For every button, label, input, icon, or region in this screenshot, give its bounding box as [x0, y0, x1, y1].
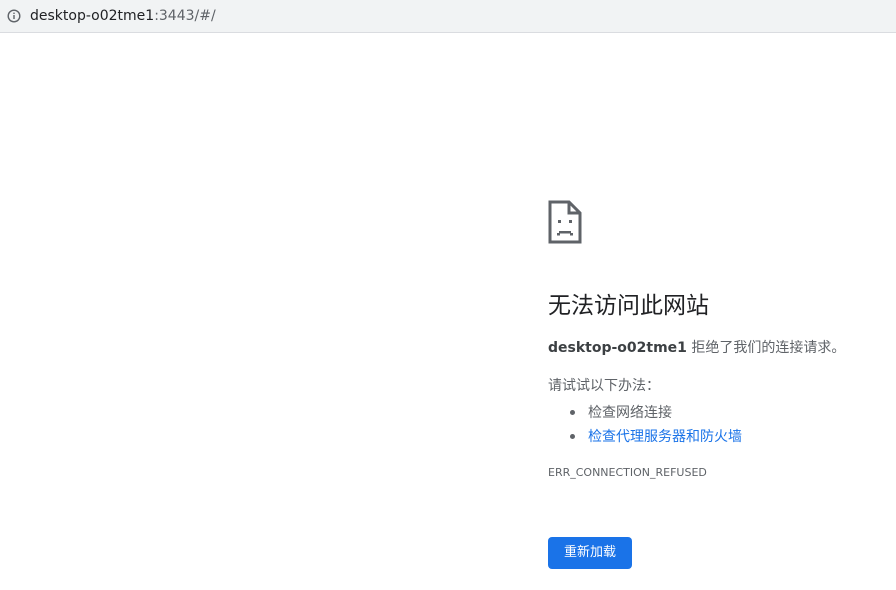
url-host: desktop-o02tme1 [30, 8, 155, 24]
error-title: 无法访问此网站 [548, 293, 709, 319]
proxy-firewall-link[interactable]: 检查代理服务器和防火墙 [588, 429, 742, 445]
reload-button[interactable]: 重新加载 [548, 537, 632, 569]
error-code: ERR_CONNECTION_REFUSED [548, 466, 707, 479]
url-path: :3443/#/ [154, 8, 216, 24]
suggestions-label: 请试试以下办法： [548, 378, 660, 394]
error-message: 拒绝了我们的连接请求。 [691, 340, 846, 356]
error-description: desktop-o02tme1 拒绝了我们的连接请求。 [548, 339, 845, 357]
url-text[interactable]: desktop-o02tme1:3443/#/ [30, 7, 216, 25]
suggestion-check-network: 检查网络连接 [548, 401, 742, 425]
error-host: desktop-o02tme1 [548, 340, 687, 356]
suggestion-check-proxy[interactable]: 检查代理服务器和防火墙 [548, 425, 742, 449]
address-bar[interactable]: desktop-o02tme1:3443/#/ [0, 0, 896, 33]
sad-page-icon [548, 200, 582, 244]
suggestion-label: 检查网络连接 [588, 405, 672, 421]
suggestions-list: 检查网络连接 检查代理服务器和防火墙 [548, 401, 742, 449]
info-icon[interactable] [7, 9, 21, 23]
